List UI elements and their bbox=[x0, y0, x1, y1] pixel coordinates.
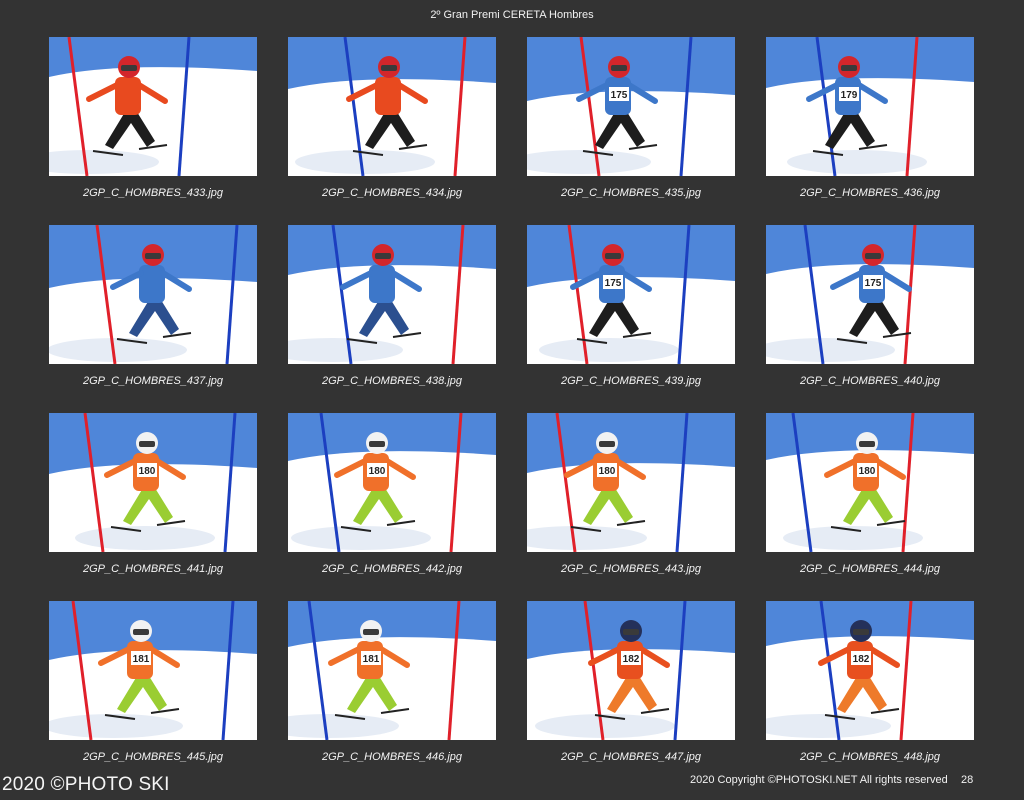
slalom-skier-photo: 175 bbox=[527, 225, 735, 364]
photo-cell: 180 2GP_C_HOMBRES_444.jpg bbox=[766, 413, 974, 589]
photo-cell: 180 2GP_C_HOMBRES_441.jpg bbox=[49, 413, 257, 589]
photo-filename: 2GP_C_HOMBRES_439.jpg bbox=[560, 375, 701, 387]
page-number: 28 bbox=[961, 774, 974, 786]
photo-cell: 2GP_C_HOMBRES_434.jpg bbox=[288, 37, 496, 213]
contact-sheet-grid: 2GP_C_HOMBRES_433.jpg 2GP_C_HOMBRES_434.j… bbox=[49, 37, 974, 777]
photo-filename: 2GP_C_HOMBRES_436.jpg bbox=[799, 187, 940, 199]
bib-number: 182 bbox=[623, 654, 640, 665]
bib-number: 182 bbox=[853, 654, 870, 665]
bib-number: 180 bbox=[859, 466, 876, 477]
photo-thumbnail[interactable]: 182 bbox=[527, 601, 735, 740]
photo-thumbnail[interactable] bbox=[288, 37, 496, 176]
slalom-skier-photo: 175 bbox=[766, 225, 974, 364]
page-title: 2º Gran Premi CERETA Hombres bbox=[430, 9, 594, 21]
photo-cell: 2GP_C_HOMBRES_437.jpg bbox=[49, 225, 257, 401]
photo-thumbnail[interactable]: 180 bbox=[288, 413, 496, 552]
photo-filename: 2GP_C_HOMBRES_447.jpg bbox=[560, 751, 701, 763]
slalom-skier-photo: 180 bbox=[527, 413, 735, 552]
slalom-skier-photo: 175 bbox=[527, 37, 735, 176]
photo-thumbnail[interactable] bbox=[288, 225, 496, 364]
photo-filename: 2GP_C_HOMBRES_440.jpg bbox=[799, 375, 940, 387]
photo-cell: 175 2GP_C_HOMBRES_435.jpg bbox=[527, 37, 735, 213]
copyright-text: 2020 Copyright ©PHOTOSKI.NET All rights … bbox=[690, 774, 948, 786]
slalom-skier-photo: 182 bbox=[766, 601, 974, 740]
photo-thumbnail[interactable]: 180 bbox=[766, 413, 974, 552]
photo-filename: 2GP_C_HOMBRES_434.jpg bbox=[321, 187, 462, 199]
bib-number: 175 bbox=[611, 90, 628, 101]
photo-thumbnail[interactable] bbox=[49, 37, 257, 176]
photo-cell: 175 2GP_C_HOMBRES_439.jpg bbox=[527, 225, 735, 401]
photo-cell: 175 2GP_C_HOMBRES_440.jpg bbox=[766, 225, 974, 401]
slalom-skier-photo bbox=[49, 37, 257, 176]
bib-number: 181 bbox=[363, 654, 380, 665]
photo-thumbnail[interactable] bbox=[49, 225, 257, 364]
slalom-skier-photo: 179 bbox=[766, 37, 974, 176]
photo-thumbnail[interactable]: 179 bbox=[766, 37, 974, 176]
photo-filename: 2GP_C_HOMBRES_438.jpg bbox=[321, 375, 462, 387]
slalom-skier-photo bbox=[49, 225, 257, 364]
photo-filename: 2GP_C_HOMBRES_433.jpg bbox=[82, 187, 223, 199]
photo-cell: 180 2GP_C_HOMBRES_442.jpg bbox=[288, 413, 496, 589]
photo-thumbnail[interactable]: 175 bbox=[527, 225, 735, 364]
photo-filename: 2GP_C_HOMBRES_443.jpg bbox=[560, 563, 701, 575]
slalom-skier-photo: 182 bbox=[527, 601, 735, 740]
bib-number: 180 bbox=[599, 466, 616, 477]
bib-number: 180 bbox=[369, 466, 386, 477]
photo-cell: 181 2GP_C_HOMBRES_446.jpg bbox=[288, 601, 496, 777]
bib-number: 180 bbox=[139, 466, 156, 477]
slalom-skier-photo: 181 bbox=[288, 601, 496, 740]
bib-number: 181 bbox=[133, 654, 150, 665]
slalom-skier-photo: 180 bbox=[766, 413, 974, 552]
photo-filename: 2GP_C_HOMBRES_445.jpg bbox=[82, 751, 223, 763]
photo-filename: 2GP_C_HOMBRES_441.jpg bbox=[82, 563, 223, 575]
photo-filename: 2GP_C_HOMBRES_444.jpg bbox=[799, 563, 940, 575]
photo-cell: 182 2GP_C_HOMBRES_447.jpg bbox=[527, 601, 735, 777]
photo-thumbnail[interactable]: 175 bbox=[766, 225, 974, 364]
photo-thumbnail[interactable]: 180 bbox=[527, 413, 735, 552]
photo-thumbnail[interactable]: 180 bbox=[49, 413, 257, 552]
photo-cell: 182 2GP_C_HOMBRES_448.jpg bbox=[766, 601, 974, 777]
photo-cell: 2GP_C_HOMBRES_433.jpg bbox=[49, 37, 257, 213]
slalom-skier-photo: 180 bbox=[49, 413, 257, 552]
photo-cell: 180 2GP_C_HOMBRES_443.jpg bbox=[527, 413, 735, 589]
bib-number: 175 bbox=[605, 278, 622, 289]
photo-cell: 179 2GP_C_HOMBRES_436.jpg bbox=[766, 37, 974, 213]
photo-cell: 2GP_C_HOMBRES_438.jpg bbox=[288, 225, 496, 401]
watermark-text: 2020 ©PHOTO SKI bbox=[2, 774, 170, 795]
slalom-skier-photo: 180 bbox=[288, 413, 496, 552]
bib-number: 175 bbox=[865, 278, 882, 289]
photo-thumbnail[interactable]: 182 bbox=[766, 601, 974, 740]
slalom-skier-photo: 181 bbox=[49, 601, 257, 740]
bib-number: 179 bbox=[841, 90, 858, 101]
photo-cell: 181 2GP_C_HOMBRES_445.jpg bbox=[49, 601, 257, 777]
photo-filename: 2GP_C_HOMBRES_446.jpg bbox=[321, 751, 462, 763]
photo-thumbnail[interactable]: 181 bbox=[49, 601, 257, 740]
slalom-skier-photo bbox=[288, 37, 496, 176]
photo-filename: 2GP_C_HOMBRES_437.jpg bbox=[82, 375, 223, 387]
photo-thumbnail[interactable]: 175 bbox=[527, 37, 735, 176]
photo-thumbnail[interactable]: 181 bbox=[288, 601, 496, 740]
photo-filename: 2GP_C_HOMBRES_435.jpg bbox=[560, 187, 701, 199]
slalom-skier-photo bbox=[288, 225, 496, 364]
photo-filename: 2GP_C_HOMBRES_442.jpg bbox=[321, 563, 462, 575]
photo-filename: 2GP_C_HOMBRES_448.jpg bbox=[799, 751, 940, 763]
